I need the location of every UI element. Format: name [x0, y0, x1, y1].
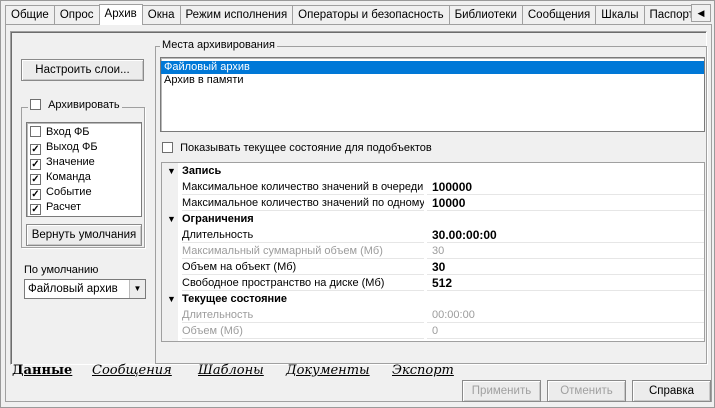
apply-button[interactable]: Применить — [462, 380, 541, 402]
reset-defaults-button[interactable]: Вернуть умолчания — [26, 224, 142, 246]
property-row[interactable]: Максимальное количество значений по одно… — [162, 195, 704, 211]
collapse-chevron-icon[interactable]: ▼ — [167, 211, 176, 227]
default-label: По умолчанию — [24, 264, 99, 276]
property-value[interactable]: 10000 — [427, 195, 704, 211]
archive-option-label: Событие — [46, 186, 92, 198]
show-state-checkbox-box[interactable] — [162, 142, 173, 153]
property-name: Объем на объект (Мб) — [182, 259, 424, 275]
property-value: 0 — [427, 323, 704, 339]
property-row[interactable]: Объем на объект (Мб) 30 — [162, 259, 704, 275]
tab-libraries[interactable]: Библиотеки — [448, 5, 523, 25]
archive-options-list: Вход ФБ ✓ Выход ФБ ✓ Значение ✓ Команда ✓ Событи… — [26, 122, 142, 217]
show-state-checkbox-label: Показывать текущее состояние для подобъе… — [180, 142, 432, 154]
property-category-name: Ограничения — [182, 213, 254, 225]
archive-checkbox-box[interactable] — [30, 99, 41, 110]
tab-general[interactable]: Общие — [5, 5, 55, 25]
property-value[interactable]: 30.00:00:00 — [427, 227, 704, 243]
chevron-down-icon[interactable]: ▼ — [129, 280, 145, 298]
archive-option-label: Вход ФБ — [46, 126, 90, 138]
archive-option-item[interactable]: ✓ Выход ФБ — [27, 140, 141, 155]
property-row[interactable]: Свободное пространство на диске (Мб) 512 — [162, 275, 704, 291]
archive-places-title: Места архивирования — [160, 39, 277, 51]
subtab-documents[interactable]: Документы — [286, 363, 370, 380]
property-value: 00:00:00 — [427, 307, 704, 323]
tab-archive[interactable]: Архив — [98, 4, 143, 25]
archive-option-label: Выход ФБ — [46, 141, 98, 153]
collapse-chevron-icon[interactable]: ▼ — [167, 163, 176, 179]
subtab-templates[interactable]: Шаблоны — [198, 363, 264, 380]
property-name: Длительность — [182, 307, 424, 323]
archive-option-label: Расчет — [46, 201, 81, 213]
tab-passports[interactable]: Паспорта — [643, 5, 691, 25]
archive-checkbox-label: Архивировать — [48, 99, 120, 111]
subtab-data[interactable]: Данные — [12, 363, 72, 380]
tab-messages[interactable]: Сообщения — [521, 5, 597, 25]
cancel-button[interactable]: Отменить — [547, 380, 626, 402]
property-name: Объем (Мб) — [182, 323, 424, 339]
property-name: Максимальный суммарный объем (Мб) — [182, 243, 424, 259]
property-row[interactable]: Длительность 00:00:00 — [162, 307, 704, 323]
archive-option-item[interactable]: ✓ Расчет — [27, 200, 141, 215]
tab-operators-security[interactable]: Операторы и безопасность — [292, 5, 450, 25]
property-category[interactable]: ▼ Текущее состояние — [162, 291, 704, 307]
property-category[interactable]: ▼ Ограничения — [162, 211, 704, 227]
checkmark-icon[interactable]: ✓ — [30, 159, 41, 170]
archive-tab-panel: Настроить слои... Архивировать Вход ФБ ✓ В… — [5, 24, 712, 402]
archive-place-item[interactable]: Файловый архив — [161, 61, 704, 74]
checkmark-icon[interactable]: ✓ — [30, 189, 41, 200]
archive-place-item[interactable]: Архив в памяти — [161, 74, 704, 87]
property-category-name: Запись — [182, 165, 222, 177]
checkmark-icon[interactable]: ✓ — [30, 204, 41, 215]
archive-option-label: Значение — [46, 156, 95, 168]
property-row[interactable]: Длительность 30.00:00:00 — [162, 227, 704, 243]
property-row[interactable]: Объем (Мб) 0 — [162, 323, 704, 339]
archive-option-item[interactable]: ✓ Значение — [27, 155, 141, 170]
property-value[interactable]: 100000 — [427, 179, 704, 195]
tab-polling[interactable]: Опрос — [53, 5, 100, 25]
property-value: 30 — [427, 243, 704, 259]
checkmark-icon[interactable]: ✓ — [30, 144, 41, 155]
tab-scroll-left-icon[interactable]: ◀ — [691, 4, 711, 22]
property-name: Длительность — [182, 227, 424, 243]
subtab-messages[interactable]: Сообщения — [92, 363, 172, 380]
archive-option-item[interactable]: Вход ФБ — [27, 125, 141, 140]
archive-options-group: Архивировать Вход ФБ ✓ Выход ФБ ✓ Значение ✓ К… — [21, 99, 145, 248]
configure-layers-button[interactable]: Настроить слои... — [21, 59, 144, 81]
property-category-name: Текущее состояние — [182, 293, 288, 305]
tab-scales[interactable]: Шкалы — [595, 5, 645, 25]
property-grid: ▼ Запись Максимальное количество значений … — [161, 162, 705, 342]
archive-checkbox[interactable]: Архивировать — [28, 99, 122, 111]
property-name: Свободное пространство на диске (Мб) — [182, 275, 424, 291]
property-name: Максимальное количество значений в очере… — [182, 181, 424, 195]
archive-option-item[interactable]: ✓ Команда — [27, 170, 141, 185]
tab-execution-mode[interactable]: Режим исполнения — [179, 5, 294, 25]
help-button[interactable]: Справка — [632, 380, 711, 402]
top-tab-strip: Общие Опрос Архив Окна Режим исполнения Опера… — [5, 4, 691, 25]
show-state-checkbox[interactable]: Показывать текущее состояние для подобъе… — [162, 142, 432, 154]
property-category[interactable]: ▼ Запись — [162, 163, 704, 179]
checkbox-empty[interactable] — [30, 126, 41, 137]
collapse-chevron-icon[interactable]: ▼ — [167, 291, 176, 307]
archive-settings-window: Общие Опрос Архив Окна Режим исполнения Опера… — [0, 0, 715, 408]
archive-places-list[interactable]: Файловый архив Архив в памяти — [160, 57, 705, 132]
checkmark-icon[interactable]: ✓ — [30, 174, 41, 185]
subtab-export[interactable]: Экспорт — [392, 363, 454, 380]
data-subtab-panel: Настроить слои... Архивировать Вход ФБ ✓ В… — [10, 31, 707, 365]
default-archive-select[interactable]: Файловый архив ▼ — [24, 279, 146, 299]
archive-option-label: Команда — [46, 171, 91, 183]
property-name: Максимальное количество значений по одно… — [182, 197, 424, 211]
property-value[interactable]: 512 — [427, 275, 704, 291]
property-value[interactable]: 30 — [427, 259, 704, 275]
archive-option-item[interactable]: ✓ Событие — [27, 185, 141, 200]
property-row[interactable]: Максимальный суммарный объем (Мб) 30 — [162, 243, 704, 259]
default-archive-value: Файловый архив — [28, 283, 118, 295]
tab-windows[interactable]: Окна — [141, 5, 181, 25]
property-row[interactable]: Максимальное количество значений в очере… — [162, 179, 704, 195]
